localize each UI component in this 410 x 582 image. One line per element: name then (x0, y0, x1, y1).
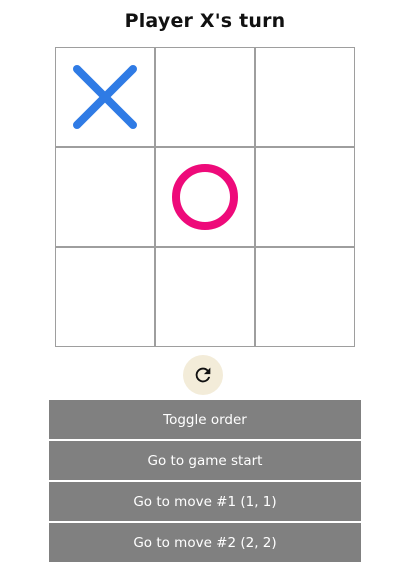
board-cell-1-1[interactable] (54, 46, 155, 147)
board-cell-2-2[interactable] (154, 146, 255, 247)
move-history: Toggle order Go to game start Go to move… (49, 400, 361, 564)
toggle-order-button[interactable]: Toggle order (49, 400, 361, 439)
history-move-button[interactable]: Go to move #2 (2, 2) (49, 523, 361, 562)
history-move-button[interactable]: Go to move #1 (1, 1) (49, 482, 361, 521)
board-cell-3-3[interactable] (254, 246, 355, 347)
x-mark-icon (72, 64, 137, 129)
board-cell-2-3[interactable] (254, 146, 355, 247)
o-mark-icon (171, 163, 238, 230)
board-cell-1-2[interactable] (154, 46, 255, 147)
game-status: Player X's turn (124, 10, 286, 32)
game-board (54, 46, 355, 347)
reset-button[interactable] (183, 355, 223, 395)
board-cell-3-2[interactable] (154, 246, 255, 347)
refresh-icon (195, 367, 211, 383)
history-move-button[interactable]: Go to game start (49, 441, 361, 480)
board-cell-2-1[interactable] (54, 146, 155, 247)
board-cell-3-1[interactable] (54, 246, 155, 347)
board-cell-1-3[interactable] (254, 46, 355, 147)
